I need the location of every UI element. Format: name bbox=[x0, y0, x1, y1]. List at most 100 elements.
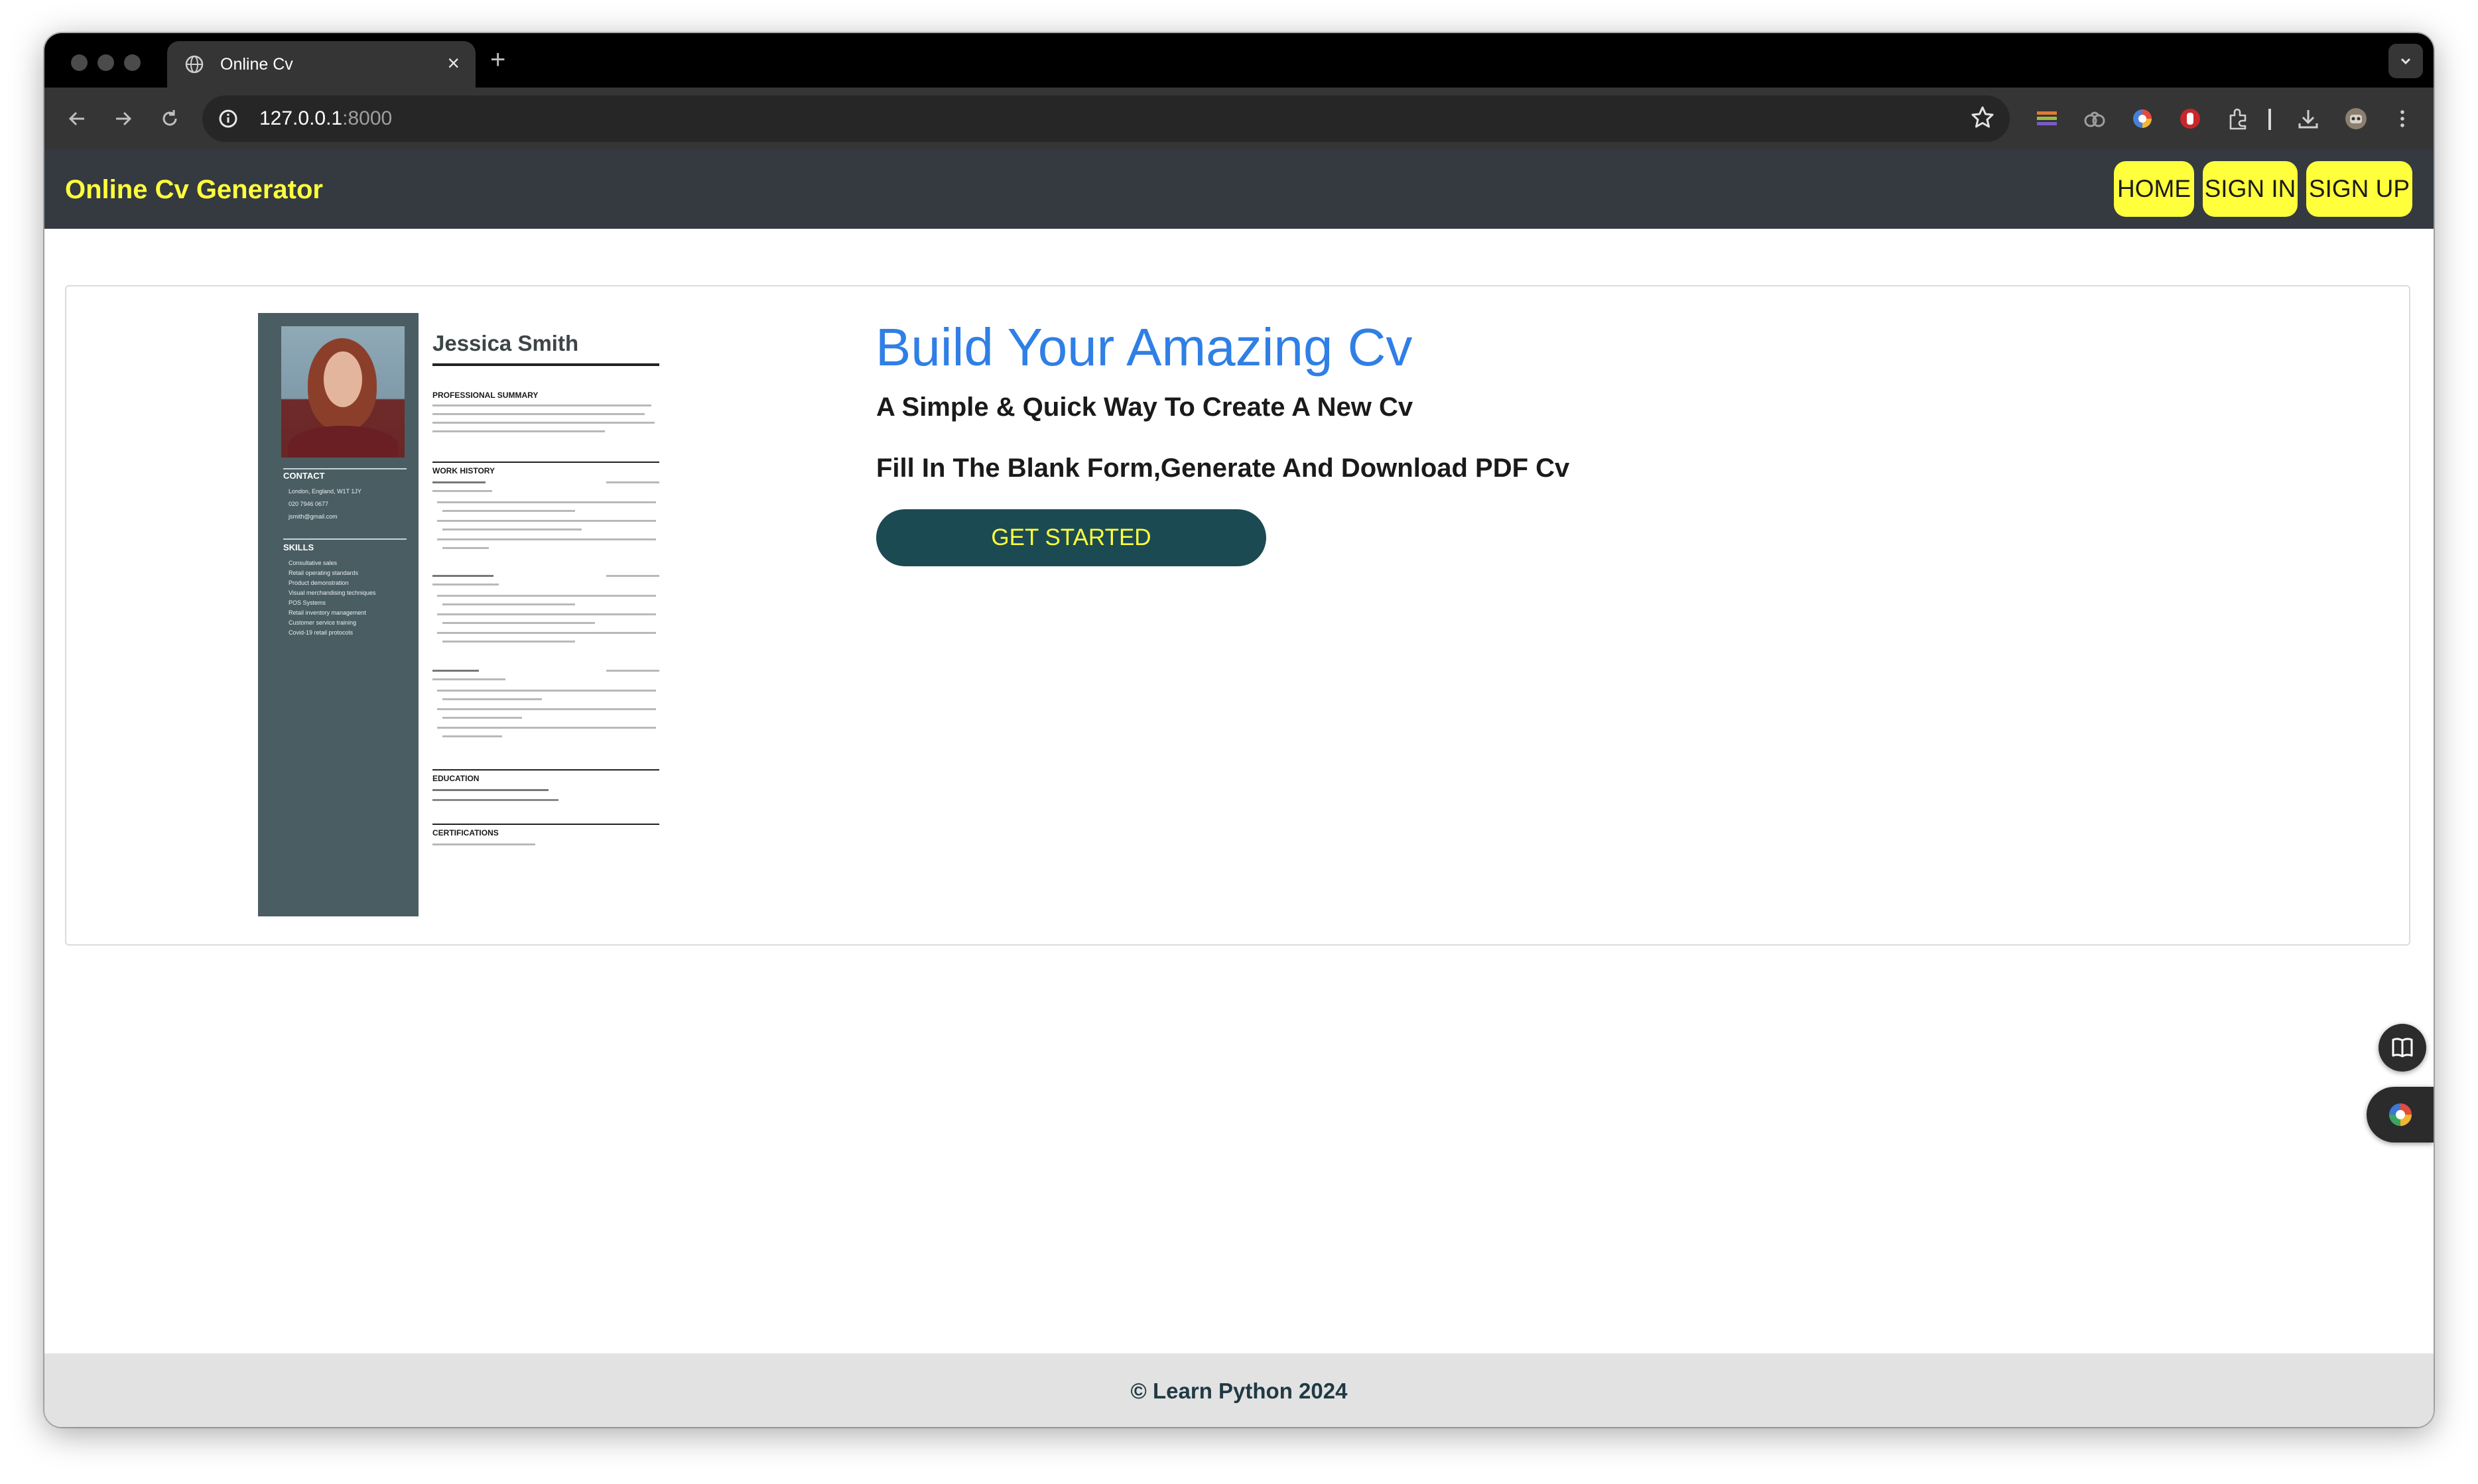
cv-text-line bbox=[432, 481, 486, 483]
cv-text-line bbox=[437, 501, 656, 503]
minimize-window-button[interactable] bbox=[98, 54, 114, 71]
cv-divider bbox=[283, 538, 407, 540]
tab-title: Online Cv bbox=[220, 55, 293, 74]
reload-icon bbox=[163, 110, 177, 126]
cv-text-line bbox=[432, 404, 651, 406]
nav-home-link[interactable]: HOME bbox=[2114, 161, 2194, 217]
cv-text-line bbox=[432, 799, 558, 801]
download-icon[interactable] bbox=[2296, 106, 2321, 131]
cv-photo-shirt bbox=[288, 426, 398, 458]
tab-strip: Online Cv × + bbox=[44, 33, 2434, 88]
toolbar-divider bbox=[2268, 109, 2271, 130]
close-window-button[interactable] bbox=[71, 54, 88, 71]
block-extension-icon[interactable] bbox=[2178, 106, 2203, 131]
cv-skill: Customer service training bbox=[289, 619, 357, 626]
cv-photo-face bbox=[324, 351, 362, 407]
chrome-icon bbox=[2389, 1103, 2412, 1126]
new-tab-button[interactable]: + bbox=[490, 45, 505, 74]
zoom-window-button[interactable] bbox=[124, 54, 141, 71]
cv-name-rule bbox=[432, 363, 659, 366]
cv-work-heading: WORK HISTORY bbox=[432, 466, 495, 475]
cv-text-line bbox=[606, 481, 659, 483]
cv-template-preview: CONTACT London, England, W1T 1JY 020 794… bbox=[258, 313, 660, 916]
cv-text-line bbox=[437, 613, 656, 615]
tab-online-cv[interactable]: Online Cv × bbox=[167, 41, 476, 88]
color-extension-icon[interactable] bbox=[2130, 106, 2155, 131]
site-brand[interactable]: Online Cv Generator bbox=[65, 174, 323, 206]
cv-skill: Retail inventory management bbox=[289, 609, 367, 616]
cv-section-rule bbox=[432, 769, 659, 771]
cv-text-line bbox=[437, 690, 656, 692]
cv-profile-photo bbox=[281, 326, 405, 458]
cv-text-line bbox=[437, 727, 656, 729]
cv-skill: POS Systems bbox=[289, 599, 326, 606]
address-bar[interactable]: 127.0.0.1:8000 bbox=[202, 95, 2010, 142]
cv-text-line bbox=[437, 595, 656, 597]
profile-icon[interactable] bbox=[2343, 106, 2369, 131]
cv-text-line bbox=[606, 575, 659, 577]
cv-text-line bbox=[442, 547, 489, 549]
cv-text-line bbox=[432, 843, 535, 845]
globe-icon bbox=[185, 55, 204, 74]
chevron-down-icon bbox=[2400, 58, 2411, 65]
cv-education-heading: EDUCATION bbox=[432, 774, 480, 783]
close-tab-icon[interactable]: × bbox=[447, 51, 460, 75]
cv-text-line bbox=[606, 670, 659, 672]
forward-button[interactable] bbox=[108, 103, 139, 134]
cv-certifications-heading: CERTIFICATIONS bbox=[432, 828, 499, 837]
more-icon[interactable] bbox=[2390, 106, 2415, 131]
cv-contact-address: London, England, W1T 1JY bbox=[289, 488, 361, 495]
tab-search-button[interactable] bbox=[2388, 44, 2423, 78]
cv-text-line bbox=[437, 520, 656, 522]
page-viewport: Online Cv Generator HOME SIGN IN SIGN UP… bbox=[44, 150, 2434, 1427]
cv-sidebar: CONTACT London, England, W1T 1JY 020 794… bbox=[258, 313, 419, 916]
reading-mode-button[interactable] bbox=[2379, 1024, 2426, 1072]
link-extension-icon[interactable] bbox=[2082, 106, 2107, 131]
tab-groups-extension-icon[interactable] bbox=[2034, 106, 2059, 131]
hero-description: Fill In The Blank Form,Generate And Down… bbox=[876, 454, 1570, 483]
cv-text-line bbox=[442, 735, 502, 737]
back-icon bbox=[68, 111, 84, 126]
cv-text-line bbox=[432, 789, 549, 791]
browser-window: Online Cv × + 127.0.0.1:8000 Online Cv G… bbox=[44, 33, 2434, 1427]
cv-text-line bbox=[442, 510, 575, 512]
cv-text-line bbox=[437, 538, 656, 540]
hero-title: Build Your Amazing Cv bbox=[876, 318, 1413, 377]
cv-text-line bbox=[432, 422, 655, 424]
cv-contact-phone: 020 7946 0677 bbox=[289, 501, 329, 507]
site-footer: © Learn Python 2024 bbox=[44, 1353, 2434, 1427]
cv-summary-heading: PROFESSIONAL SUMMARY bbox=[432, 391, 539, 400]
cv-name: Jessica Smith bbox=[432, 331, 579, 355]
cv-skill: Visual merchandising techniques bbox=[289, 589, 376, 596]
cv-text-line bbox=[432, 430, 605, 432]
cv-contact-heading: CONTACT bbox=[283, 471, 325, 481]
reload-button[interactable] bbox=[155, 103, 185, 134]
hero-card: CONTACT London, England, W1T 1JY 020 794… bbox=[65, 285, 2410, 946]
cv-text-line bbox=[432, 490, 492, 492]
url-text: 127.0.0.1:8000 bbox=[259, 107, 392, 130]
site-info-icon[interactable] bbox=[216, 106, 241, 131]
back-button[interactable] bbox=[62, 103, 92, 134]
star-icon[interactable] bbox=[1970, 105, 1995, 130]
nav-sign-up-link[interactable]: SIGN UP bbox=[2306, 161, 2412, 217]
extensions-icon[interactable] bbox=[2225, 106, 2250, 131]
site-navbar: Online Cv Generator HOME SIGN IN SIGN UP bbox=[44, 150, 2434, 229]
cv-skill: Consultative sales bbox=[289, 560, 338, 566]
footer-copyright: © Learn Python 2024 bbox=[1130, 1379, 1348, 1403]
cv-text-line bbox=[442, 603, 575, 605]
cv-text-line bbox=[442, 528, 582, 530]
url-port: :8000 bbox=[342, 107, 393, 129]
cv-photo-hair bbox=[308, 338, 377, 431]
nav-sign-in-link[interactable]: SIGN IN bbox=[2203, 161, 2298, 217]
cv-text-line bbox=[437, 632, 656, 634]
cv-text-line bbox=[432, 678, 505, 680]
get-started-button[interactable]: GET STARTED bbox=[876, 509, 1266, 566]
chrome-side-panel-button[interactable] bbox=[2367, 1087, 2434, 1143]
cv-text-line bbox=[432, 584, 499, 586]
cv-skills-heading: SKILLS bbox=[283, 542, 314, 552]
cv-text-line bbox=[442, 717, 522, 719]
cv-text-line bbox=[442, 622, 595, 624]
url-host: 127.0.0.1 bbox=[259, 107, 343, 129]
cv-section-rule bbox=[432, 824, 659, 825]
cv-text-line bbox=[432, 575, 493, 577]
